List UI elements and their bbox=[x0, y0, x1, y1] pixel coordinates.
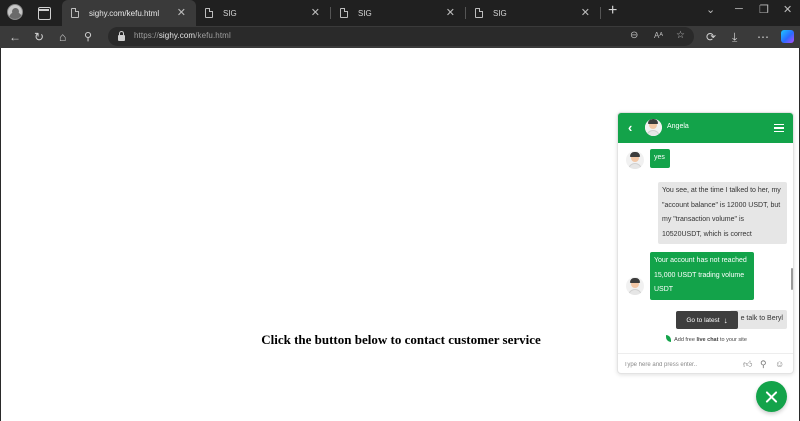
address-bar[interactable]: https://sighy.com/kefu.html ⊖ Aᴬ ☆ bbox=[108, 27, 694, 46]
maximize-icon[interactable]: ❐ bbox=[759, 3, 769, 16]
tab-sig-2[interactable]: SIG ✕ bbox=[331, 0, 465, 26]
agent-avatar-icon bbox=[626, 151, 644, 169]
download-icon[interactable]: ⤓ bbox=[732, 29, 737, 45]
chat-header: ‹ Angela bbox=[618, 113, 793, 143]
favorite-star-icon[interactable]: ☆ bbox=[676, 30, 685, 41]
url-text: https://sighy.com/kefu.html bbox=[134, 31, 231, 40]
chat-message-user: You see, at the time I talked to her, my… bbox=[658, 182, 787, 244]
home-icon[interactable]: ⌂ bbox=[59, 29, 66, 45]
minimize-icon[interactable]: ─ bbox=[735, 3, 743, 15]
page-icon bbox=[475, 8, 483, 18]
chat-scrollbar[interactable] bbox=[791, 268, 793, 290]
live-chat-window: ‹ Angela yes You see, at the time I talk… bbox=[617, 112, 794, 374]
leaf-logo-icon bbox=[666, 335, 672, 342]
agent-name: Angela bbox=[667, 123, 689, 130]
tab-search-chevron-icon[interactable]: ⌄ bbox=[706, 3, 715, 16]
tab-title: SIG bbox=[358, 8, 372, 18]
chat-message-user: e talk to Beryl bbox=[730, 310, 787, 329]
tab-close-icon[interactable]: ✕ bbox=[581, 6, 590, 19]
lock-icon[interactable] bbox=[118, 31, 125, 41]
thumbs-up-icon[interactable]: 👍︎ bbox=[743, 359, 752, 370]
extensions-icon[interactable]: ⟳ bbox=[706, 29, 716, 45]
tab-sig-3[interactable]: SIG ✕ bbox=[466, 0, 600, 26]
more-menu-icon[interactable]: ⋯ bbox=[757, 29, 769, 45]
tab-close-icon[interactable]: ✕ bbox=[311, 6, 320, 19]
tab-title: SIG bbox=[223, 8, 237, 18]
tab-sig-1[interactable]: SIG ✕ bbox=[196, 0, 330, 26]
tab-title: sighy.com/kefu.html bbox=[89, 8, 160, 18]
browser-tab-bar: sighy.com/kefu.html ✕ SIG ✕ SIG ✕ SIG ✕ … bbox=[0, 0, 800, 26]
search-icon[interactable]: ⚲ bbox=[84, 29, 92, 45]
agent-avatar-icon bbox=[626, 277, 644, 295]
tab-close-icon[interactable]: ✕ bbox=[446, 6, 455, 19]
go-to-latest-button[interactable]: Go to latest ↓ bbox=[676, 311, 738, 329]
copilot-icon[interactable] bbox=[781, 30, 794, 43]
chat-message-agent: yes bbox=[650, 149, 670, 168]
attachment-icon[interactable]: ⚲ bbox=[760, 359, 767, 370]
person-icon bbox=[645, 119, 662, 136]
zoom-icon[interactable]: ⊖ bbox=[630, 30, 638, 41]
hamburger-icon[interactable] bbox=[774, 124, 784, 132]
arrow-left-icon[interactable]: ‹ bbox=[628, 120, 632, 135]
page-icon bbox=[205, 8, 213, 18]
window-close-icon[interactable]: ✕ bbox=[783, 3, 792, 16]
chat-message-input[interactable] bbox=[624, 359, 734, 371]
tab-close-icon[interactable]: ✕ bbox=[177, 6, 186, 19]
back-arrow-icon[interactable]: ← bbox=[9, 29, 21, 45]
browser-toolbar: ← ↻ ⌂ ⚲ https://sighy.com/kefu.html ⊖ Aᴬ… bbox=[0, 26, 800, 48]
read-aloud-icon[interactable]: Aᴬ bbox=[654, 31, 663, 40]
powered-by-link[interactable]: Add free live chat to your site bbox=[618, 335, 793, 343]
arrow-down-icon: ↓ bbox=[723, 315, 728, 325]
tab-sighy-kefu[interactable]: sighy.com/kefu.html ✕ bbox=[62, 0, 196, 26]
refresh-icon[interactable]: ↻ bbox=[34, 29, 44, 45]
close-chat-button[interactable] bbox=[756, 381, 787, 412]
tab-title: SIG bbox=[493, 8, 507, 18]
page-icon bbox=[340, 8, 348, 18]
emoji-icon[interactable]: ☺ bbox=[775, 359, 784, 369]
page-icon bbox=[71, 8, 79, 18]
new-tab-plus-icon[interactable]: + bbox=[608, 2, 617, 20]
profile-avatar-icon[interactable] bbox=[7, 4, 23, 20]
chat-message-agent: Your account has not reached 15,000 USDT… bbox=[650, 252, 754, 300]
chat-input-row: 👍︎ ⚲ ☺ bbox=[618, 353, 793, 373]
agent-avatar bbox=[645, 119, 662, 136]
tab-actions-icon[interactable] bbox=[36, 5, 52, 21]
tab-divider bbox=[600, 7, 601, 19]
